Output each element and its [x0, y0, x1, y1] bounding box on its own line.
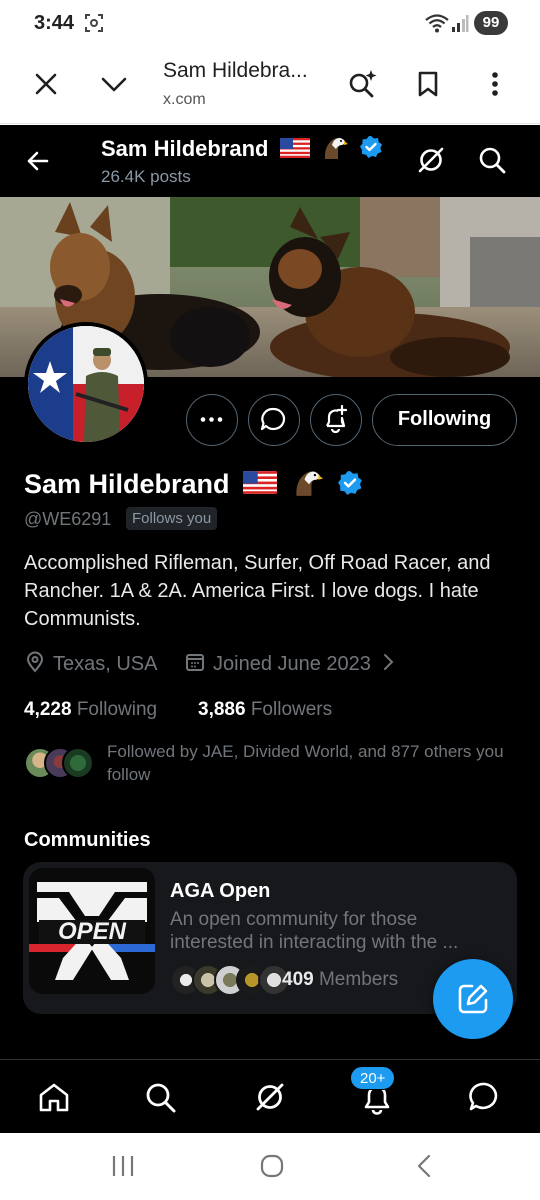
bell-plus-icon — [326, 404, 348, 434]
followers-count: 3,886 — [198, 699, 246, 720]
more-horizontal-icon — [200, 417, 223, 422]
signal-icon — [452, 15, 469, 32]
community-description: An open community for those interested i… — [170, 909, 459, 953]
eagle-icon — [324, 137, 348, 159]
status-time: 3:44 — [34, 12, 75, 34]
location-pin-icon — [26, 651, 44, 673]
community-members: 409 Members — [282, 969, 398, 991]
following-count-link[interactable]: 4,228 Following — [24, 699, 157, 721]
messages-icon[interactable] — [466, 1078, 504, 1116]
profile-header: Sam Hildebrand 26.4K posts — [0, 125, 540, 197]
more-options-button[interactable] — [186, 394, 238, 446]
location-item: Texas, USA — [24, 651, 157, 676]
close-icon[interactable] — [26, 64, 66, 104]
battery-indicator: 99 — [474, 11, 508, 35]
chevron-down-icon[interactable] — [94, 64, 134, 104]
compose-post-button[interactable] — [433, 959, 513, 1039]
search-sparkle-icon[interactable] — [342, 64, 382, 104]
screenshot-icon — [85, 14, 103, 32]
followers-count-link[interactable]: 3,886 Followers — [198, 699, 332, 721]
verified-badge-icon[interactable] — [337, 470, 363, 496]
following-label: Following — [76, 699, 158, 720]
more-vertical-icon[interactable] — [475, 64, 515, 104]
followers-label: Followers — [250, 699, 333, 720]
system-navigation-bar — [0, 1133, 540, 1200]
bookmark-icon[interactable] — [408, 64, 448, 104]
profile-name: Sam Hildebrand — [24, 468, 363, 500]
browser-url[interactable]: x.com — [163, 91, 206, 109]
communities-title: Communities — [24, 829, 151, 851]
home-button-icon[interactable] — [259, 1153, 285, 1179]
members-label: Members — [318, 969, 399, 990]
header-title: Sam Hildebrand — [101, 135, 383, 162]
profile-handle: @WE6291 — [24, 509, 112, 529]
notify-button[interactable] — [310, 394, 362, 446]
message-button[interactable] — [248, 394, 300, 446]
back-arrow-icon[interactable] — [20, 143, 56, 179]
grok-icon[interactable] — [414, 143, 448, 177]
verified-badge-icon — [359, 136, 382, 158]
eagle-icon — [295, 471, 323, 496]
chevron-right-icon — [384, 654, 394, 670]
followed-by-text[interactable]: Followed by JAE, Divided World, and 877 … — [107, 740, 517, 786]
following-count: 4,228 — [24, 699, 72, 720]
header-name: Sam Hildebrand — [101, 136, 269, 161]
recent-apps-icon[interactable] — [110, 1153, 136, 1179]
profile-bio: Accomplished Rifleman, Surfer, Off Road … — [24, 552, 491, 630]
browser-toolbar: Sam Hildebra... x.com — [0, 46, 540, 124]
search-icon[interactable] — [475, 143, 509, 177]
us-flag-icon — [243, 471, 278, 494]
profile-name-text: Sam Hildebrand — [24, 469, 230, 499]
avatar — [62, 747, 94, 779]
follows-you-badge: Follows you — [126, 507, 218, 530]
home-icon[interactable] — [35, 1078, 73, 1116]
status-bar: 3:44 99 — [0, 0, 540, 46]
community-logo-image: OPEN — [29, 868, 155, 994]
browser-page-title[interactable]: Sam Hildebra... — [163, 59, 308, 83]
following-button[interactable]: Following — [372, 394, 517, 446]
header-posts-count: 26.4K posts — [101, 167, 191, 186]
community-logo: OPEN — [29, 868, 155, 994]
members-count: 409 — [282, 969, 314, 990]
compose-icon — [458, 984, 488, 1014]
us-flag-icon — [279, 138, 310, 158]
wifi-icon — [425, 14, 449, 33]
bottom-navigation: 20+ — [0, 1059, 540, 1133]
location-text: Texas, USA — [53, 653, 158, 675]
joined-text: Joined June 2023 — [213, 653, 371, 675]
explore-search-icon[interactable] — [141, 1078, 179, 1116]
community-name: AGA Open — [170, 880, 271, 902]
back-button-icon[interactable] — [412, 1153, 438, 1179]
notifications-badge: 20+ — [350, 1066, 396, 1090]
joined-item[interactable]: Joined June 2023 — [184, 651, 396, 676]
calendar-icon — [186, 654, 204, 671]
profile-avatar[interactable] — [24, 322, 148, 446]
community-logo-text: OPEN — [58, 918, 127, 945]
profile-page: Sam Hildebrand 26.4K posts Following Sam… — [0, 125, 540, 1133]
grok-nav-icon[interactable] — [251, 1078, 289, 1116]
avatar-image — [28, 326, 144, 442]
message-bubble-icon — [260, 407, 286, 431]
